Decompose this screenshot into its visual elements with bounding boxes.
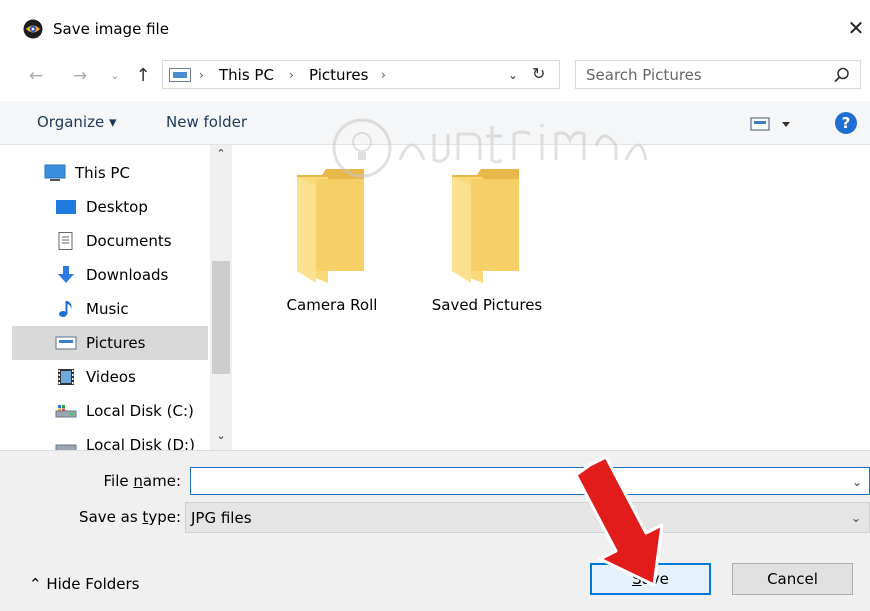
sidebar-item-label: This PC: [75, 164, 130, 182]
computer-icon: [44, 164, 66, 181]
help-icon[interactable]: ?: [835, 112, 857, 134]
label-text: File: [103, 472, 134, 490]
sidebar-item-desktop[interactable]: Desktop: [12, 190, 208, 224]
filename-label: File name:: [80, 471, 181, 491]
downloads-icon: [58, 266, 74, 283]
breadcrumb-separator: ›: [199, 68, 204, 82]
label-text: ype:: [148, 508, 181, 526]
close-button[interactable]: ✕: [842, 14, 870, 42]
breadcrumb-separator[interactable]: ›: [381, 65, 386, 85]
search-input[interactable]: [586, 65, 816, 85]
forward-button[interactable]: →: [68, 64, 92, 88]
new-folder-button[interactable]: New folder: [166, 113, 247, 131]
watermark-logo: [332, 118, 648, 178]
folder-label: Camera Roll: [286, 296, 378, 314]
sidebar-item-downloads[interactable]: Downloads: [12, 258, 208, 292]
sidebar-item-label: Documents: [86, 232, 172, 250]
save-form-panel: File name: ⌄ Save as type: JPG files ⌄ ⌃…: [0, 450, 870, 611]
filename-combobox[interactable]: ⌄: [190, 467, 870, 495]
sidebar-item-label: Desktop: [86, 198, 148, 216]
recent-locations-button[interactable]: ⌄: [108, 64, 122, 88]
sidebar-item-music[interactable]: Music: [12, 292, 208, 326]
savetype-select[interactable]: JPG files ⌄: [185, 502, 870, 533]
sidebar-item-label: Local Disk (D:): [86, 436, 195, 450]
label-text: ame:: [142, 472, 181, 490]
scroll-down-icon[interactable]: ⌄: [210, 429, 232, 442]
sidebar-item-label: Music: [86, 300, 129, 318]
music-icon: [59, 301, 72, 317]
change-view-icon[interactable]: [750, 115, 796, 133]
savetype-value: JPG files: [191, 509, 252, 527]
documents-icon: [58, 232, 73, 250]
chevron-down-icon[interactable]: ⌄: [851, 508, 861, 528]
file-list: Camera Roll Saved Pictures: [232, 145, 870, 450]
sidebar-item-local-disk-c[interactable]: Local Disk (C:): [12, 394, 208, 428]
title-bar: Save image file ✕: [0, 0, 870, 58]
sidebar-item-documents[interactable]: Documents: [12, 224, 208, 258]
navigation-pane: This PC Desktop Documents Downloads Musi…: [0, 145, 232, 450]
sidebar-scrollbar[interactable]: ⌃ ⌄: [210, 145, 232, 450]
sidebar-item-this-pc[interactable]: This PC: [12, 156, 208, 190]
address-bar[interactable]: › This PC › Pictures › ⌄ ↻: [162, 60, 560, 89]
window-title: Save image file: [53, 20, 169, 38]
breadcrumb-this-pc[interactable]: This PC: [219, 65, 274, 85]
search-icon[interactable]: [833, 66, 851, 84]
savetype-label: Save as type:: [60, 507, 181, 527]
app-icon: [23, 19, 43, 39]
pictures-icon: [55, 336, 77, 350]
sidebar-item-pictures[interactable]: Pictures: [12, 326, 208, 360]
sidebar-item-videos[interactable]: Videos: [12, 360, 208, 394]
sidebar-item-label: Videos: [86, 368, 136, 386]
chevron-down-icon[interactable]: ⌄: [852, 472, 862, 492]
refresh-button[interactable]: ↻: [532, 64, 545, 84]
filename-input[interactable]: [197, 471, 837, 491]
label-text: Save as: [79, 508, 143, 526]
hide-folders-button[interactable]: ⌃ Hide Folders: [29, 574, 139, 594]
search-box[interactable]: [575, 60, 861, 89]
breadcrumb-pictures[interactable]: Pictures: [309, 65, 368, 85]
breadcrumb-separator[interactable]: ›: [289, 65, 294, 85]
red-arrow-annotation: [574, 455, 664, 587]
address-dropdown-button[interactable]: ⌄: [508, 65, 518, 85]
folder-label: Saved Pictures: [431, 296, 543, 314]
cancel-button[interactable]: Cancel: [732, 563, 853, 595]
label-accesskey: n: [133, 472, 143, 490]
scroll-thumb[interactable]: [212, 261, 230, 374]
folder-item-saved-pictures[interactable]: Saved Pictures: [412, 167, 562, 327]
up-button[interactable]: ↑: [132, 64, 154, 88]
drive-icon: [55, 405, 77, 418]
sidebar-item-label: Local Disk (C:): [86, 402, 194, 420]
back-button[interactable]: ←: [24, 64, 48, 88]
sidebar-item-label: Pictures: [86, 334, 146, 352]
desktop-icon: [56, 200, 76, 214]
videos-icon: [58, 369, 74, 385]
folder-item-camera-roll[interactable]: Camera Roll: [257, 167, 407, 327]
pictures-location-icon: [169, 68, 191, 82]
organize-button[interactable]: Organize ▾: [37, 113, 117, 131]
scroll-up-icon[interactable]: ⌃: [210, 147, 232, 160]
sidebar-item-local-disk-d[interactable]: Local Disk (D:): [12, 428, 208, 450]
drive-icon: [55, 444, 77, 450]
sidebar-item-label: Downloads: [86, 266, 169, 284]
